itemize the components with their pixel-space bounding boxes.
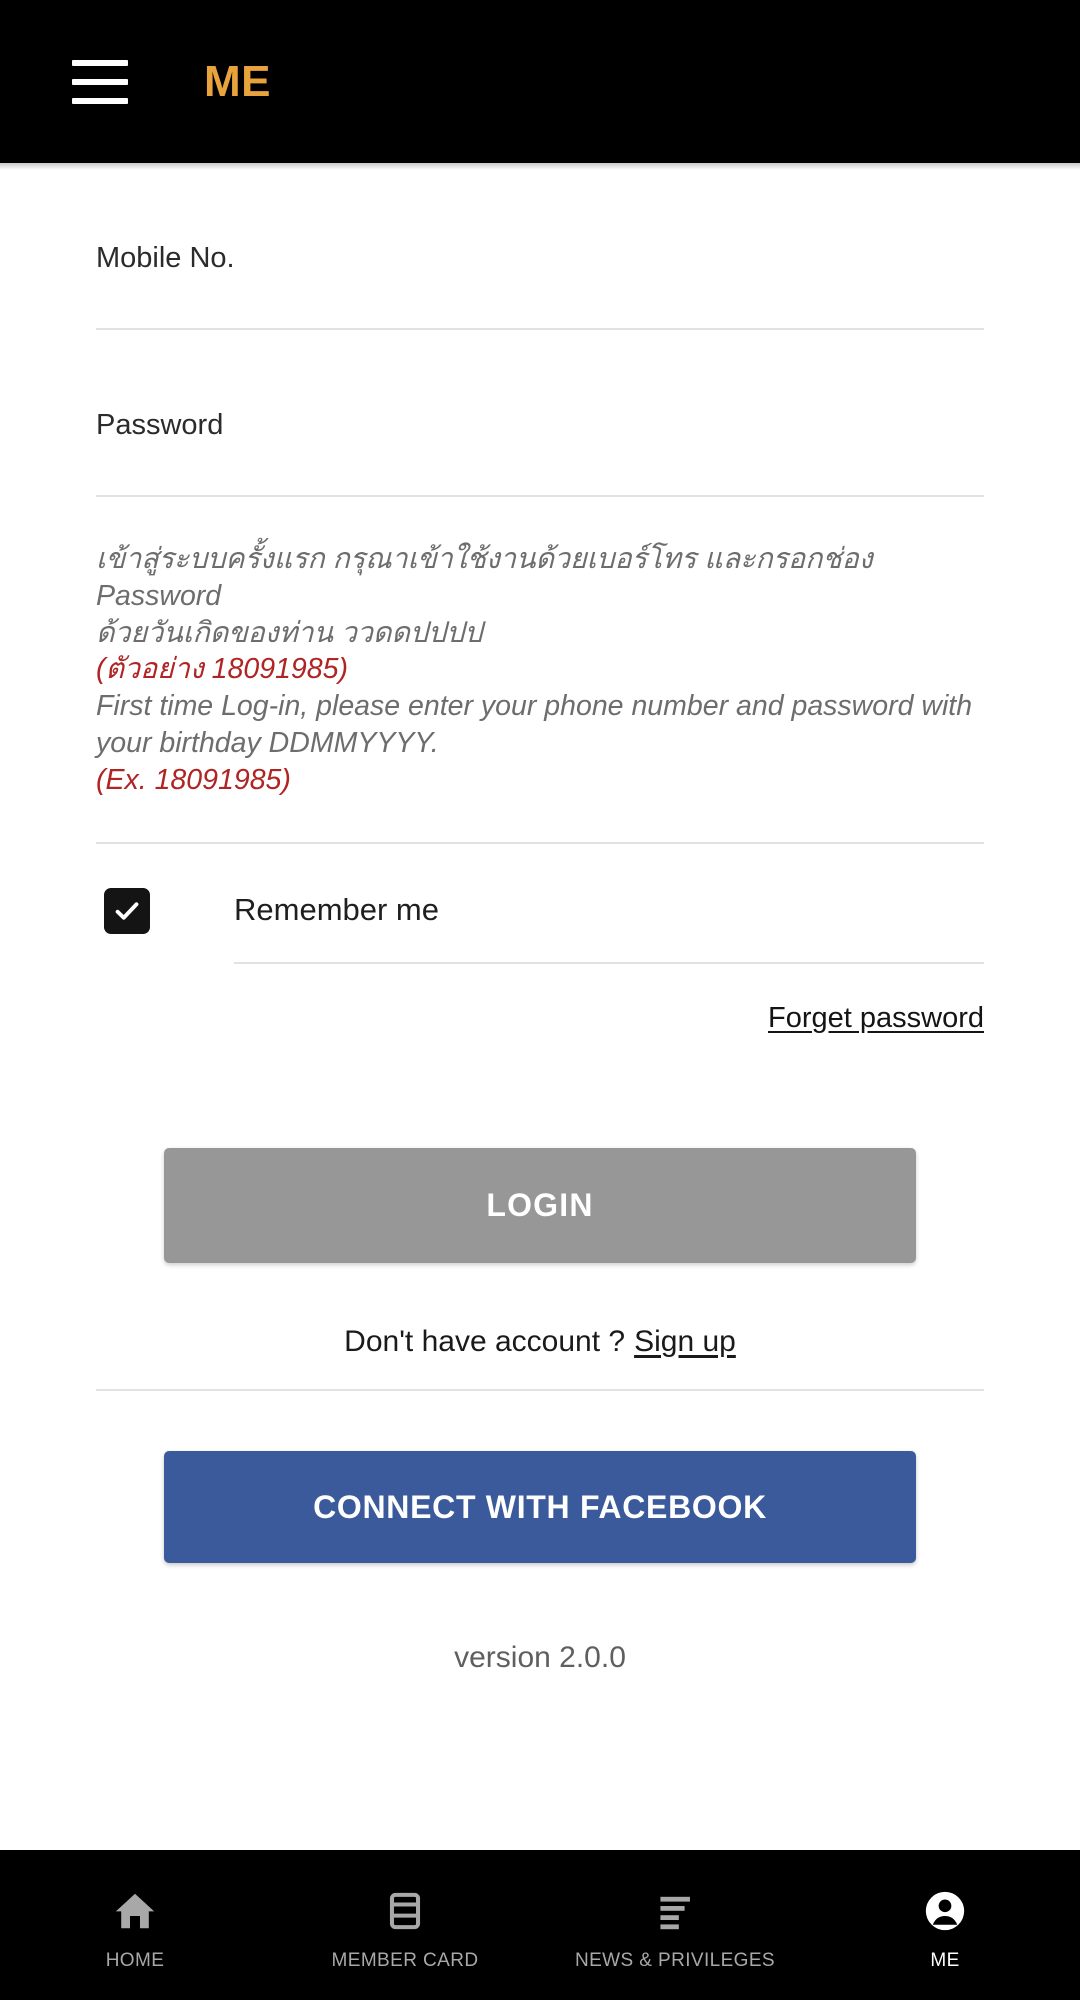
nav-label-home: HOME	[105, 1950, 165, 1971]
login-screen: ME Mobile No. Password เข้าสู่ระบบครั้งแ…	[0, 0, 1080, 2000]
login-button-row: LOGIN	[96, 1035, 984, 1264]
mobile-number-field[interactable]: Mobile No.	[96, 163, 984, 330]
nav-item-home[interactable]: HOME	[0, 1850, 270, 2000]
bottom-navigation-bar: HOME MEMBER CARD NEWS & PRIVILEGES ME	[0, 1850, 1080, 2000]
person-circle-icon	[922, 1886, 968, 1936]
instruction-english-line-2: your birthday DDMMYYYY.	[96, 726, 439, 759]
home-icon	[112, 1886, 158, 1936]
app-version-label: version 2.0.0	[454, 1641, 626, 1675]
mobile-number-label: Mobile No.	[96, 242, 235, 274]
nav-item-member-card[interactable]: MEMBER CARD	[270, 1850, 540, 2000]
hamburger-menu-icon[interactable]	[72, 59, 128, 104]
forget-password-link[interactable]: Forget password	[768, 1002, 984, 1035]
remember-me-row: Remember me	[96, 844, 984, 970]
signup-link[interactable]: Sign up	[634, 1325, 736, 1359]
nav-label-news-privileges: NEWS & PRIVILEGES	[574, 1950, 776, 1971]
connect-facebook-button[interactable]: CONNECT WITH FACEBOOK	[164, 1451, 916, 1564]
remember-me-checkbox[interactable]	[104, 888, 150, 935]
signup-row: Don't have account ? Sign up	[96, 1263, 984, 1392]
app-brand-logo: ME	[204, 56, 271, 106]
checkmark-icon	[115, 902, 139, 920]
top-app-bar: ME	[0, 0, 1080, 163]
nav-label-me: ME	[930, 1950, 960, 1971]
nav-label-member-card: MEMBER CARD	[331, 1950, 479, 1971]
topbar-shadow	[0, 163, 1080, 170]
login-button[interactable]: LOGIN	[164, 1148, 916, 1264]
nav-item-me[interactable]: ME	[810, 1850, 1080, 2000]
nav-item-news-privileges[interactable]: NEWS & PRIVILEGES	[540, 1850, 810, 2000]
password-label: Password	[96, 409, 224, 441]
list-icon	[652, 1886, 698, 1936]
remember-me-underline: Remember me	[234, 878, 984, 965]
login-form-container: Mobile No. Password เข้าสู่ระบบครั้งแรก …	[0, 163, 1080, 1850]
signup-prompt-text: Don't have account ?	[344, 1325, 626, 1359]
instruction-english-example: (Ex. 18091985)	[96, 763, 291, 796]
forget-password-row: Forget password	[96, 970, 984, 1035]
instruction-thai-line-2: ด้วยวันเกิดของท่าน ววดดปปปป	[96, 616, 483, 649]
facebook-button-row: CONNECT WITH FACEBOOK	[96, 1391, 984, 1564]
instruction-thai-line-1: เข้าสู่ระบบครั้งแรก กรุณาเข้าใช้งานด้วยเ…	[96, 543, 873, 612]
card-icon	[382, 1886, 428, 1936]
password-input[interactable]	[96, 448, 984, 492]
instruction-thai-example: (ตัวอย่าง 18091985)	[96, 653, 348, 686]
mobile-number-input[interactable]	[96, 281, 984, 325]
remember-me-label: Remember me	[234, 892, 439, 928]
password-field[interactable]: Password	[96, 330, 984, 497]
instruction-block: เข้าสู่ระบบครั้งแรก กรุณาเข้าใช้งานด้วยเ…	[96, 497, 984, 845]
instruction-english-line-1: First time Log-in, please enter your pho…	[96, 690, 973, 722]
